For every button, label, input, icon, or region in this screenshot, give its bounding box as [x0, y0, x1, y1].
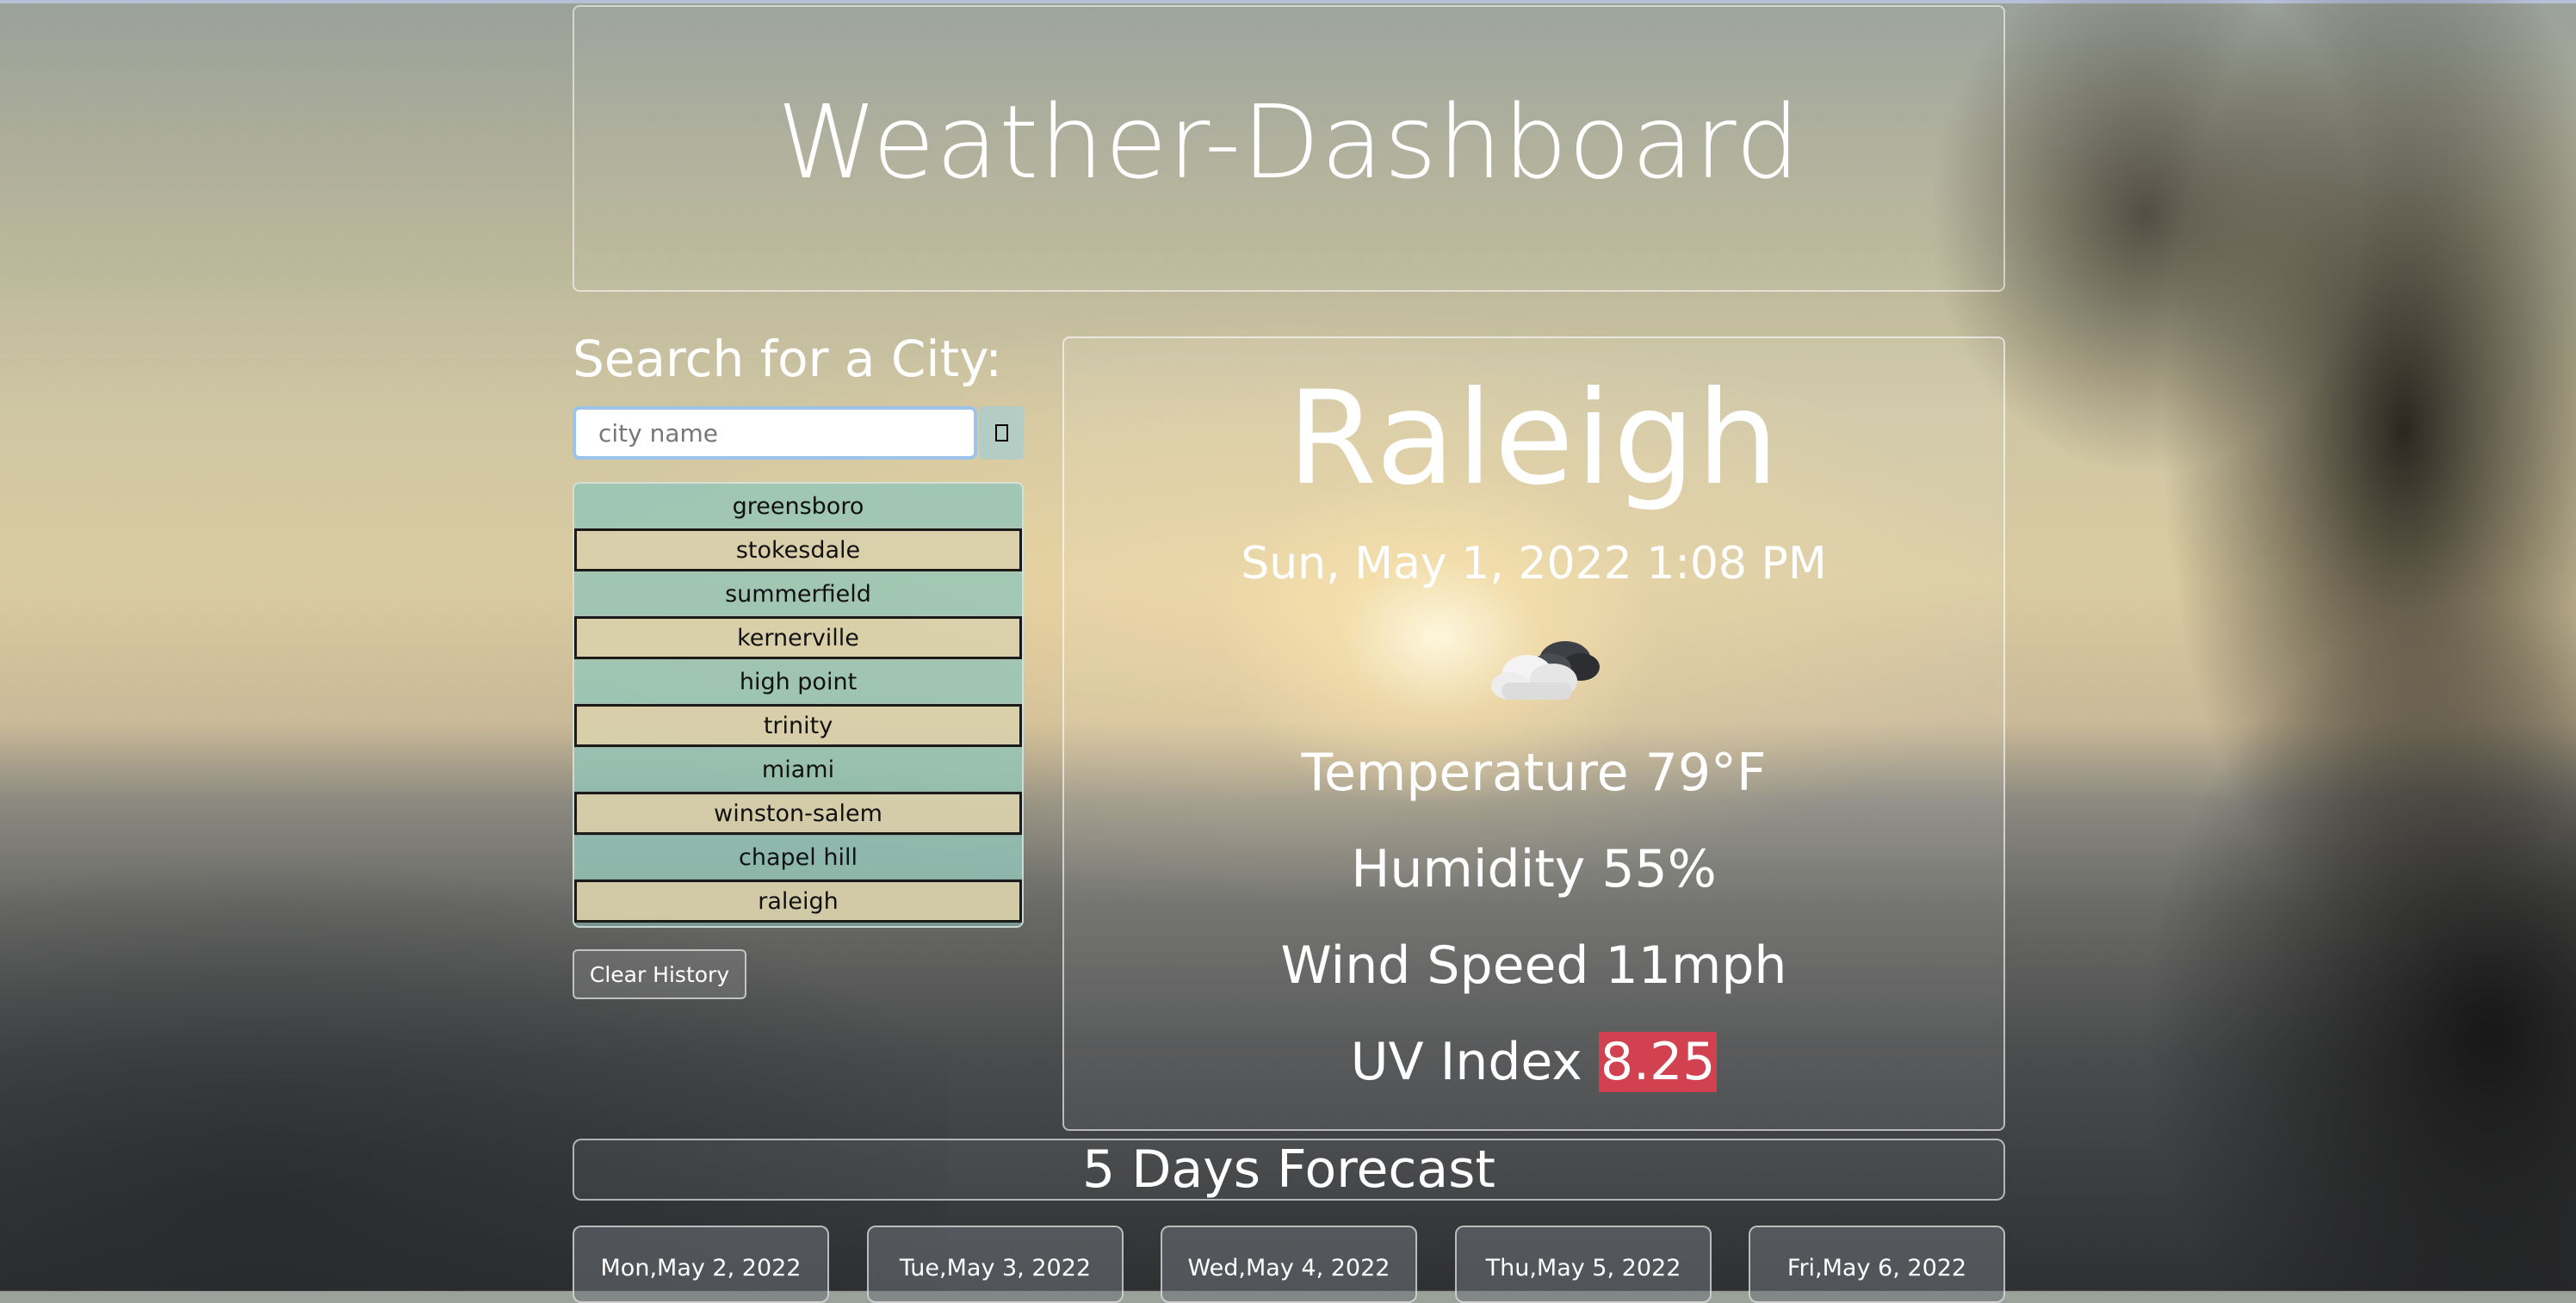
page-title: Weather-Dashboard — [777, 82, 1801, 201]
history-item[interactable]: trinity — [574, 704, 1022, 747]
history-item[interactable]: raleigh — [574, 880, 1022, 923]
forecast-day-card: Tue,May 3, 2022 — [867, 1226, 1124, 1303]
forecast-day-card: Wed,May 4, 2022 — [1161, 1226, 1417, 1303]
cloud-icon — [1486, 631, 1607, 708]
wind-speed-line: Wind Speed 11mph — [1280, 936, 1787, 996]
uv-label: UV Index — [1350, 1032, 1599, 1092]
forecast-day-card: Fri,May 6, 2022 — [1749, 1226, 2005, 1303]
search-icon — [994, 424, 1008, 442]
history-item[interactable]: miami — [574, 748, 1022, 791]
forecast-day-card: Thu,May 5, 2022 — [1455, 1226, 1712, 1303]
humidity-line: Humidity 55% — [1351, 839, 1717, 899]
search-heading: Search for a City: — [573, 330, 1002, 388]
uv-badge: 8.25 — [1598, 1032, 1718, 1092]
forecast-cards: Mon,May 2, 2022 Tue,May 3, 2022 Wed,May … — [573, 1226, 2005, 1303]
forecast-heading: 5 Days Forecast — [573, 1139, 2005, 1201]
history-item[interactable]: kernerville — [574, 616, 1022, 659]
current-weather-panel: Raleigh Sun, May 1, 2022 1:08 PM Tempera… — [1062, 337, 2005, 1131]
search-history-list: greensboro stokesdale summerfield kerner… — [573, 482, 1024, 928]
history-item[interactable]: summerfield — [574, 572, 1022, 615]
clear-history-button[interactable]: Clear History — [573, 949, 746, 999]
forecast-day-card: Mon,May 2, 2022 — [573, 1226, 829, 1303]
current-datetime: Sun, May 1, 2022 1:08 PM — [1241, 538, 1827, 590]
history-item[interactable]: stokesdale — [574, 528, 1022, 571]
city-name: Raleigh — [1287, 364, 1780, 514]
history-item[interactable]: winston-salem — [574, 792, 1022, 835]
forecast-date: Thu,May 5, 2022 — [1485, 1255, 1681, 1281]
page-header: Weather-Dashboard — [573, 5, 2005, 292]
history-item[interactable]: chapel hill — [574, 836, 1022, 879]
uv-index-line: UV Index 8.25 — [1064, 1032, 2003, 1092]
forecast-date: Wed,May 4, 2022 — [1187, 1255, 1390, 1281]
city-search-input[interactable] — [573, 406, 977, 460]
temperature-line: Temperature 79°F — [1301, 743, 1767, 803]
search-form — [573, 406, 1024, 460]
forecast-date: Fri,May 6, 2022 — [1786, 1255, 1967, 1281]
history-item[interactable]: greensboro — [574, 485, 1022, 528]
forecast-date: Mon,May 2, 2022 — [600, 1255, 802, 1281]
search-button[interactable] — [979, 406, 1024, 460]
forecast-date: Tue,May 3, 2022 — [899, 1255, 1092, 1281]
history-item[interactable]: high point — [574, 660, 1022, 703]
